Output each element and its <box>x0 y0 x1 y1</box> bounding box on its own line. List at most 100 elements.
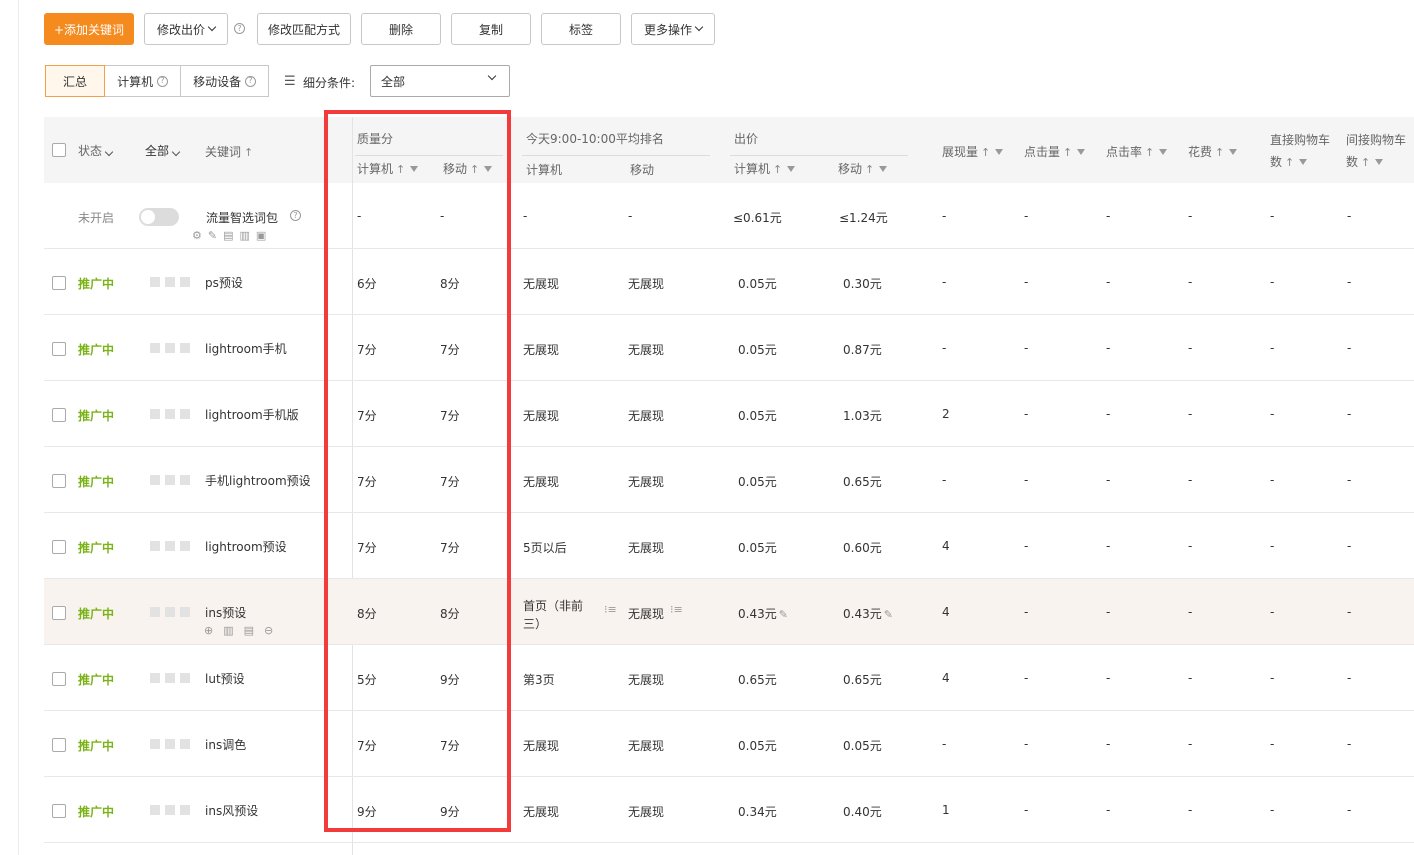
select-all-checkbox[interactable] <box>52 143 66 157</box>
indirect-cart-header-line2[interactable]: 数 ↑ <box>1346 153 1384 170</box>
sort-up-icon: ↑ <box>981 146 991 159</box>
row-checkbox[interactable] <box>52 276 66 290</box>
indicator-squares <box>150 739 190 749</box>
filter-icon <box>1159 149 1168 155</box>
row-checkbox[interactable] <box>52 540 66 554</box>
filter-icon <box>410 166 419 172</box>
report-icon[interactable]: ▣ <box>256 229 266 242</box>
toggle-switch[interactable] <box>139 208 179 226</box>
bar-chart-icon[interactable]: ▥ <box>240 229 250 242</box>
status-badge: 推广中 <box>78 277 115 291</box>
table-row: 推广中 手机lightroom预设 7分 7分 无展现 无展现 0.05元 0.… <box>44 447 1414 513</box>
filter-select[interactable]: 全部 <box>370 65 510 97</box>
quality-pc-header[interactable]: 计算机 ↑ <box>357 160 419 177</box>
sort-up-icon: ↑ <box>1361 156 1371 169</box>
impressions-header[interactable]: 展现量 ↑ <box>942 143 1004 160</box>
help-icon[interactable]: ? <box>290 210 301 221</box>
modify-bid-button[interactable]: 修改出价 <box>144 13 228 45</box>
help-icon: ? <box>244 75 256 87</box>
indicator-squares <box>150 277 190 287</box>
bid-pc-header[interactable]: 计算机 ↑ <box>734 160 796 177</box>
trash-icon[interactable]: ▥ <box>223 624 233 637</box>
chart-icon[interactable]: ▤ <box>223 229 233 242</box>
tag-button[interactable]: 标签 <box>541 13 621 45</box>
status-badge: 推广中 <box>78 607 115 621</box>
filter-label: 细分条件: <box>303 76 356 90</box>
row-checkbox[interactable] <box>52 408 66 422</box>
settings-icon[interactable]: ⚙ <box>192 229 202 242</box>
rank-header: 今天9:00-10:00平均排名 <box>526 132 664 146</box>
indicator-squares <box>150 343 190 353</box>
wrench-icon[interactable]: ✎ <box>208 229 217 242</box>
tab-computer[interactable]: 计算机 ? <box>104 65 181 97</box>
sort-up-icon: ↑ <box>773 163 783 176</box>
help-icon[interactable]: ? <box>234 23 245 34</box>
table-row: 推广中 ins预设 ⊕ ▥ ▤ ⊖ 8分 8分 首页（非前 三） ⁝≡ 无展现 … <box>44 579 1414 645</box>
row-checkbox[interactable] <box>52 738 66 752</box>
filter-icon <box>787 166 796 172</box>
sort-up-icon: ↑ <box>1285 156 1295 169</box>
sort-up-icon: ↑ <box>244 146 254 159</box>
add-keyword-button[interactable]: +添加关键词 <box>44 13 134 45</box>
sort-up-icon: ↑ <box>1145 146 1155 159</box>
copy-button[interactable]: 复制 <box>451 13 531 45</box>
row-checkbox[interactable] <box>52 672 66 686</box>
keyword-text: lightroom预设 <box>205 540 287 554</box>
help-icon: ? <box>156 75 168 87</box>
edit-icon[interactable]: ✎ <box>884 608 893 621</box>
chevron-down-icon <box>104 147 114 157</box>
target-icon[interactable]: ⊕ <box>204 624 213 637</box>
filter-icon <box>1077 149 1086 155</box>
sort-up-icon: ↑ <box>865 163 875 176</box>
sort-up-icon: ↑ <box>1063 146 1073 159</box>
filter-icon <box>879 166 888 172</box>
status-badge: 推广中 <box>78 541 115 555</box>
keyword-text: ps预设 <box>205 276 243 290</box>
chevron-down-icon <box>694 22 704 32</box>
filter-icon <box>1375 159 1384 165</box>
clicks-header[interactable]: 点击量 ↑ <box>1024 143 1086 160</box>
quality-mobile-header[interactable]: 移动 ↑ <box>443 160 493 177</box>
indicator-squares <box>150 541 190 551</box>
indicator-squares <box>150 475 190 485</box>
cost-header[interactable]: 花费 ↑ <box>1188 143 1238 160</box>
filter-icon <box>484 166 493 172</box>
direct-cart-header[interactable]: 直接购物车 <box>1270 131 1330 148</box>
indicator-squares <box>150 409 190 419</box>
keyword-text: 手机lightroom预设 <box>205 474 311 488</box>
bar-chart-icon[interactable]: ▤ <box>244 624 254 637</box>
delete-button[interactable]: 删除 <box>361 13 441 45</box>
table-row: 未开启 流量智选词包 ? ⚙ ✎ ▤ ▥ ▣ - - - - ≤0.61元 ≤1… <box>44 183 1414 249</box>
row-checkbox[interactable] <box>52 474 66 488</box>
list-detail-icon[interactable]: ⁝≡ <box>670 604 683 615</box>
row-checkbox[interactable] <box>52 804 66 818</box>
status-badge: 推广中 <box>78 475 115 489</box>
row-checkbox[interactable] <box>52 342 66 356</box>
table-row: 推广中 lightroom手机版 7分 7分 无展现 无展现 0.05元 1.0… <box>44 381 1414 447</box>
filter-icon <box>1299 159 1308 165</box>
tab-summary[interactable]: 汇总 <box>45 65 105 97</box>
status-header[interactable]: 状态 <box>78 142 114 159</box>
keyword-header[interactable]: 关键词 ↑ <box>205 143 253 160</box>
indicator-squares <box>150 607 190 617</box>
tab-mobile[interactable]: 移动设备 ? <box>180 65 269 97</box>
list-detail-icon[interactable]: ⁝≡ <box>604 604 617 615</box>
all-filter-header[interactable]: 全部 <box>145 142 181 159</box>
more-actions-button[interactable]: 更多操作 <box>631 13 715 45</box>
row-checkbox[interactable] <box>52 606 66 620</box>
keyword-text: ins风预设 <box>205 804 259 818</box>
bid-mobile-header[interactable]: 移动 ↑ <box>838 160 888 177</box>
zoom-icon[interactable]: ⊖ <box>264 624 273 637</box>
indirect-cart-header[interactable]: 间接购物车 <box>1346 131 1406 148</box>
edit-icon[interactable]: ✎ <box>779 608 788 621</box>
filter-icon <box>1229 149 1238 155</box>
filter-icon <box>995 149 1004 155</box>
status-badge: 推广中 <box>78 805 115 819</box>
page-divider <box>18 0 19 855</box>
direct-cart-header-line2[interactable]: 数 ↑ <box>1270 153 1308 170</box>
ctr-header[interactable]: 点击率 ↑ <box>1106 143 1168 160</box>
modify-match-button[interactable]: 修改匹配方式 <box>257 13 351 45</box>
divider <box>522 155 710 156</box>
status-badge: 推广中 <box>78 739 115 753</box>
chevron-down-icon <box>171 147 181 157</box>
